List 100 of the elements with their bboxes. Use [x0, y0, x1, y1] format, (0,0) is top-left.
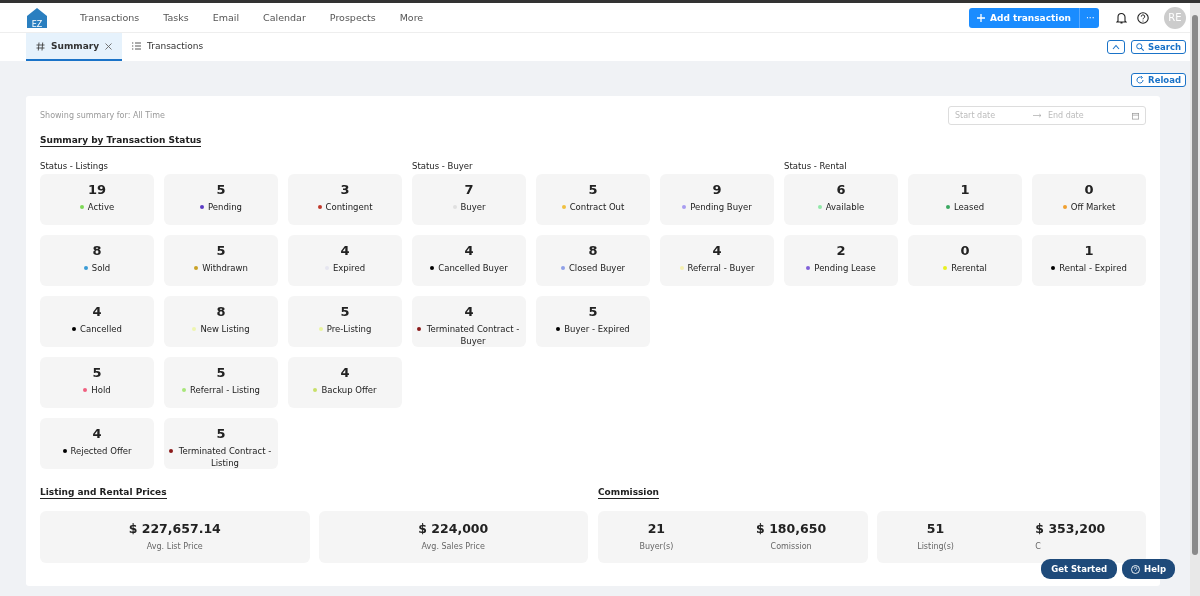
status-count: 5 [216, 365, 226, 381]
status-count: 19 [87, 182, 107, 198]
help-icon [1131, 564, 1141, 574]
commission-value: $ 180,650 [756, 521, 827, 537]
list-icon [132, 42, 142, 50]
status-count: 2 [836, 243, 846, 259]
nav-link[interactable]: Email [200, 12, 252, 23]
status-count: 3 [340, 182, 350, 198]
status-label: Contract Out [569, 201, 625, 213]
status-label: Terminated Contract - Buyer [425, 323, 521, 347]
search-icon [1136, 43, 1145, 51]
search-button[interactable]: Search [1131, 40, 1186, 54]
collapse-button[interactable] [1107, 40, 1126, 54]
status-count: 1 [960, 182, 970, 198]
status-count: 5 [216, 182, 226, 198]
help-icon[interactable] [1137, 11, 1149, 24]
status-count: 5 [216, 243, 226, 259]
commission-label: C [1035, 542, 1041, 551]
status-count: 4 [92, 426, 102, 442]
summary-period-text: Showing summary for: All Time [40, 111, 165, 120]
status-label: Off Market [1070, 201, 1116, 213]
group-heading: Status - Buyer [412, 161, 474, 173]
commission-label: Comission [770, 542, 812, 551]
status-count: 8 [588, 243, 598, 259]
status-label: Referral - Buyer [687, 262, 755, 274]
chevron-up-icon [1112, 44, 1121, 50]
status-label: Closed Buyer [568, 262, 626, 274]
bell-icon[interactable] [1116, 11, 1127, 24]
status-count: 4 [92, 304, 102, 320]
commission-value: $ 353,200 [1035, 521, 1106, 537]
price-value: $ 227,657.14 [128, 521, 221, 537]
commission-count-label: Listing(s) [917, 542, 954, 551]
status-label: Terminated Contract - Listing [177, 445, 273, 469]
status-label: Hold [91, 384, 111, 396]
date-range-field[interactable]: Start date End date [948, 106, 1146, 125]
status-label: Sold [91, 262, 111, 274]
plus-icon [977, 13, 986, 22]
status-label: Cancelled [80, 323, 122, 335]
status-count: 5 [588, 182, 598, 198]
nav-link[interactable]: Tasks [151, 12, 201, 23]
close-icon[interactable] [105, 42, 113, 50]
tab[interactable]: Transactions [122, 33, 214, 61]
status-count: 4 [712, 243, 722, 259]
price-value: $ 224,000 [418, 521, 489, 537]
status-label: Rejected Offer [70, 445, 132, 457]
status-count: 9 [712, 182, 722, 198]
reload-button[interactable]: Reload [1131, 73, 1186, 87]
status-count: 4 [340, 365, 350, 381]
status-count: 6 [836, 182, 846, 198]
nav-link[interactable]: Calendar [251, 12, 318, 23]
status-count: 8 [92, 243, 102, 259]
group-heading: Status - Rental [784, 161, 848, 173]
status-count: 1 [1084, 243, 1094, 259]
reload-icon [1136, 76, 1145, 84]
nav-link[interactable]: Prospects [317, 12, 388, 23]
status-count: 4 [464, 304, 474, 320]
status-label: New Listing [200, 323, 250, 335]
status-label: Pre-Listing [326, 323, 372, 335]
status-label: Buyer - Expired [564, 323, 630, 335]
status-label: Expired [332, 262, 366, 274]
status-count: 5 [216, 426, 226, 442]
status-label: Rerental [951, 262, 987, 274]
commission-count-label: Buyer(s) [639, 542, 674, 551]
status-label: Withdrawn [202, 262, 248, 274]
status-count: 0 [1084, 182, 1094, 198]
status-label: Available [825, 201, 865, 213]
hash-icon [36, 41, 45, 51]
status-label: Referral - Listing [190, 384, 260, 396]
commission-count: 21 [647, 521, 666, 537]
help-button[interactable]: Help [1122, 559, 1175, 579]
nav-link[interactable]: More [387, 12, 436, 23]
status-label: Cancelled Buyer [438, 262, 508, 274]
price-label: Avg. List Price [146, 542, 203, 551]
status-label: Rental - Expired [1059, 262, 1127, 274]
arrow-right-icon [1033, 113, 1042, 118]
status-label: Backup Offer [321, 384, 377, 396]
status-label: Pending Buyer [690, 201, 752, 213]
status-count: 5 [588, 304, 598, 320]
status-label: Contingent [325, 201, 373, 213]
section-heading: Summary by Transaction Status [40, 135, 202, 147]
price-label: Avg. Sales Price [421, 542, 485, 551]
status-count: 8 [216, 304, 226, 320]
scrollbar-thumb[interactable] [1192, 15, 1198, 555]
status-label: Buyer [460, 201, 486, 213]
commission-count: 51 [926, 521, 945, 537]
house-logo-icon[interactable]: EZ [26, 6, 48, 29]
status-count: 0 [960, 243, 970, 259]
status-label: Pending [208, 201, 242, 213]
tab[interactable]: Summary [26, 33, 123, 61]
scrollbar[interactable] [1190, 3, 1200, 596]
nav-link[interactable]: Transactions [68, 12, 152, 23]
status-count: 4 [464, 243, 474, 259]
get-started-button[interactable]: Get Started [1041, 559, 1117, 579]
group-heading: Status - Listings [40, 161, 109, 173]
status-label: Active [87, 201, 115, 213]
calendar-icon [1131, 111, 1139, 120]
status-label: Leased [953, 201, 985, 213]
status-count: 4 [340, 243, 350, 259]
status-count: 5 [92, 365, 102, 381]
status-count: 5 [340, 304, 350, 320]
